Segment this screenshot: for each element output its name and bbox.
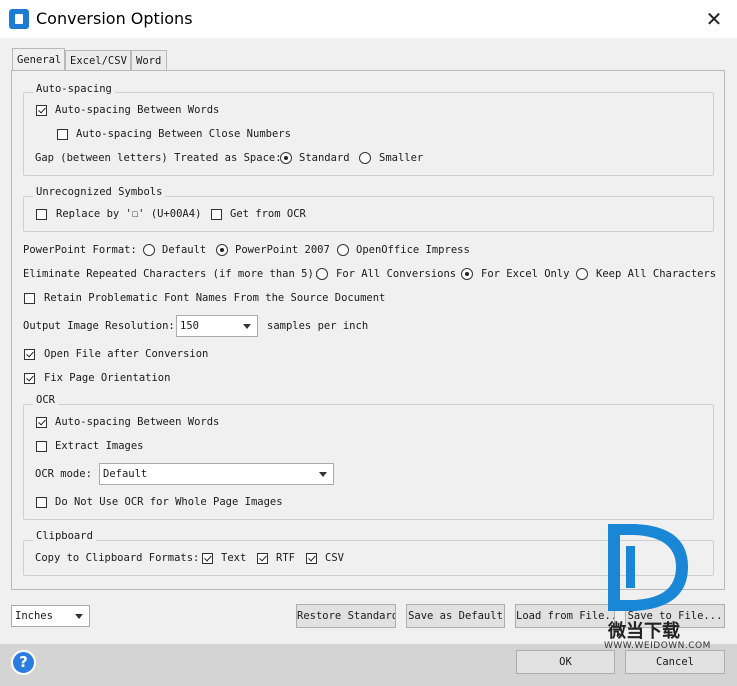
- get-from-ocr-checkbox[interactable]: [211, 209, 222, 220]
- resolution-value: 150: [180, 320, 199, 332]
- ocr-mode-value: Default: [103, 468, 148, 480]
- cancel-button[interactable]: Cancel: [625, 650, 725, 674]
- autospacing-legend: Auto-spacing: [33, 82, 115, 96]
- autospacing-words-checkbox[interactable]: [36, 105, 47, 116]
- window-title: Conversion Options: [36, 9, 193, 28]
- gap-smaller-radio[interactable]: [359, 152, 371, 164]
- eliminate-keep-radio[interactable]: [576, 268, 588, 280]
- eliminate-keep-label: Keep All Characters: [596, 268, 717, 280]
- ocr-legend: OCR: [33, 393, 58, 407]
- autospacing-numbers-label: Auto-spacing Between Close Numbers: [76, 128, 291, 140]
- pp-openoffice-radio[interactable]: [337, 244, 349, 256]
- unrecognized-legend: Unrecognized Symbols: [33, 185, 166, 199]
- close-icon[interactable]: ✕: [700, 5, 728, 33]
- eliminate-excel-radio[interactable]: [461, 268, 473, 280]
- watermark-logo-icon: [608, 524, 688, 611]
- gap-standard-label: Standard: [299, 152, 350, 164]
- pp-default-label: Default: [162, 244, 207, 256]
- ocr-words-label: Auto-spacing Between Words: [55, 416, 220, 428]
- get-from-ocr-label: Get from OCR: [230, 208, 306, 220]
- load-from-file-button[interactable]: Load from File...: [515, 604, 615, 628]
- fix-orientation-label: Fix Page Orientation: [44, 372, 171, 384]
- resolution-suffix: samples per inch: [267, 320, 369, 332]
- help-icon[interactable]: ?: [11, 650, 36, 675]
- pp-default-radio[interactable]: [143, 244, 155, 256]
- tab-general[interactable]: General: [12, 48, 65, 71]
- tab-excel-csv[interactable]: Excel/CSV: [65, 50, 131, 70]
- autospacing-numbers-checkbox[interactable]: [57, 129, 68, 140]
- resolution-combo[interactable]: 150: [176, 315, 258, 337]
- replace-by-label: Replace by '☐' (U+00A4): [56, 208, 202, 220]
- clip-rtf-checkbox[interactable]: [257, 553, 268, 564]
- watermark-en-text: WWW.WEIDOWN.COM: [604, 641, 711, 651]
- clip-text-label: Text: [221, 552, 247, 564]
- ocr-mode-label: OCR mode:: [35, 468, 92, 480]
- fix-orientation-checkbox[interactable]: [24, 373, 35, 384]
- powerpoint-label: PowerPoint Format:: [23, 244, 137, 256]
- open-after-label: Open File after Conversion: [44, 348, 209, 360]
- clipboard-label: Copy to Clipboard Formats:: [35, 552, 200, 564]
- chevron-down-icon: [75, 614, 83, 619]
- extract-images-checkbox[interactable]: [36, 441, 47, 452]
- eliminate-label: Eliminate Repeated Characters (if more t…: [23, 268, 321, 280]
- pp-openoffice-label: OpenOffice Impress: [356, 244, 470, 256]
- gap-smaller-label: Smaller: [379, 152, 424, 164]
- no-whole-page-label: Do Not Use OCR for Whole Page Images: [55, 496, 283, 508]
- units-value: Inches: [15, 610, 53, 622]
- pp-2007-label: PowerPoint 2007: [235, 244, 330, 256]
- clip-csv-checkbox[interactable]: [306, 553, 317, 564]
- chevron-down-icon: [319, 472, 327, 477]
- eliminate-all-radio[interactable]: [316, 268, 328, 280]
- tab-word[interactable]: Word: [131, 50, 167, 70]
- restore-standard-button[interactable]: Restore Standard: [296, 604, 396, 628]
- save-as-default-button[interactable]: Save as Default: [406, 604, 505, 628]
- replace-by-checkbox[interactable]: [36, 209, 47, 220]
- ocr-mode-combo[interactable]: Default: [99, 463, 334, 485]
- gap-standard-radio[interactable]: [280, 152, 292, 164]
- open-after-checkbox[interactable]: [24, 349, 35, 360]
- resolution-label: Output Image Resolution:: [23, 320, 175, 332]
- clip-csv-label: CSV: [325, 552, 344, 564]
- clipboard-legend: Clipboard: [33, 529, 96, 543]
- retain-fonts-label: Retain Problematic Font Names From the S…: [44, 292, 386, 304]
- ok-button[interactable]: OK: [516, 650, 615, 674]
- extract-images-label: Extract Images: [55, 440, 144, 452]
- retain-fonts-checkbox[interactable]: [24, 293, 35, 304]
- pp-2007-radio[interactable]: [216, 244, 228, 256]
- units-combo[interactable]: Inches: [11, 605, 90, 627]
- app-icon: [9, 9, 29, 29]
- ocr-words-checkbox[interactable]: [36, 417, 47, 428]
- gap-label: Gap (between letters) Treated as Space:: [35, 152, 282, 164]
- clip-rtf-label: RTF: [276, 552, 295, 564]
- watermark-cn-text: 微当下载: [608, 621, 680, 642]
- autospacing-words-label: Auto-spacing Between Words: [55, 104, 220, 116]
- clip-text-checkbox[interactable]: [202, 553, 213, 564]
- eliminate-excel-label: For Excel Only: [481, 268, 570, 280]
- no-whole-page-checkbox[interactable]: [36, 497, 47, 508]
- chevron-down-icon: [243, 324, 251, 329]
- eliminate-all-label: For All Conversions: [336, 268, 457, 280]
